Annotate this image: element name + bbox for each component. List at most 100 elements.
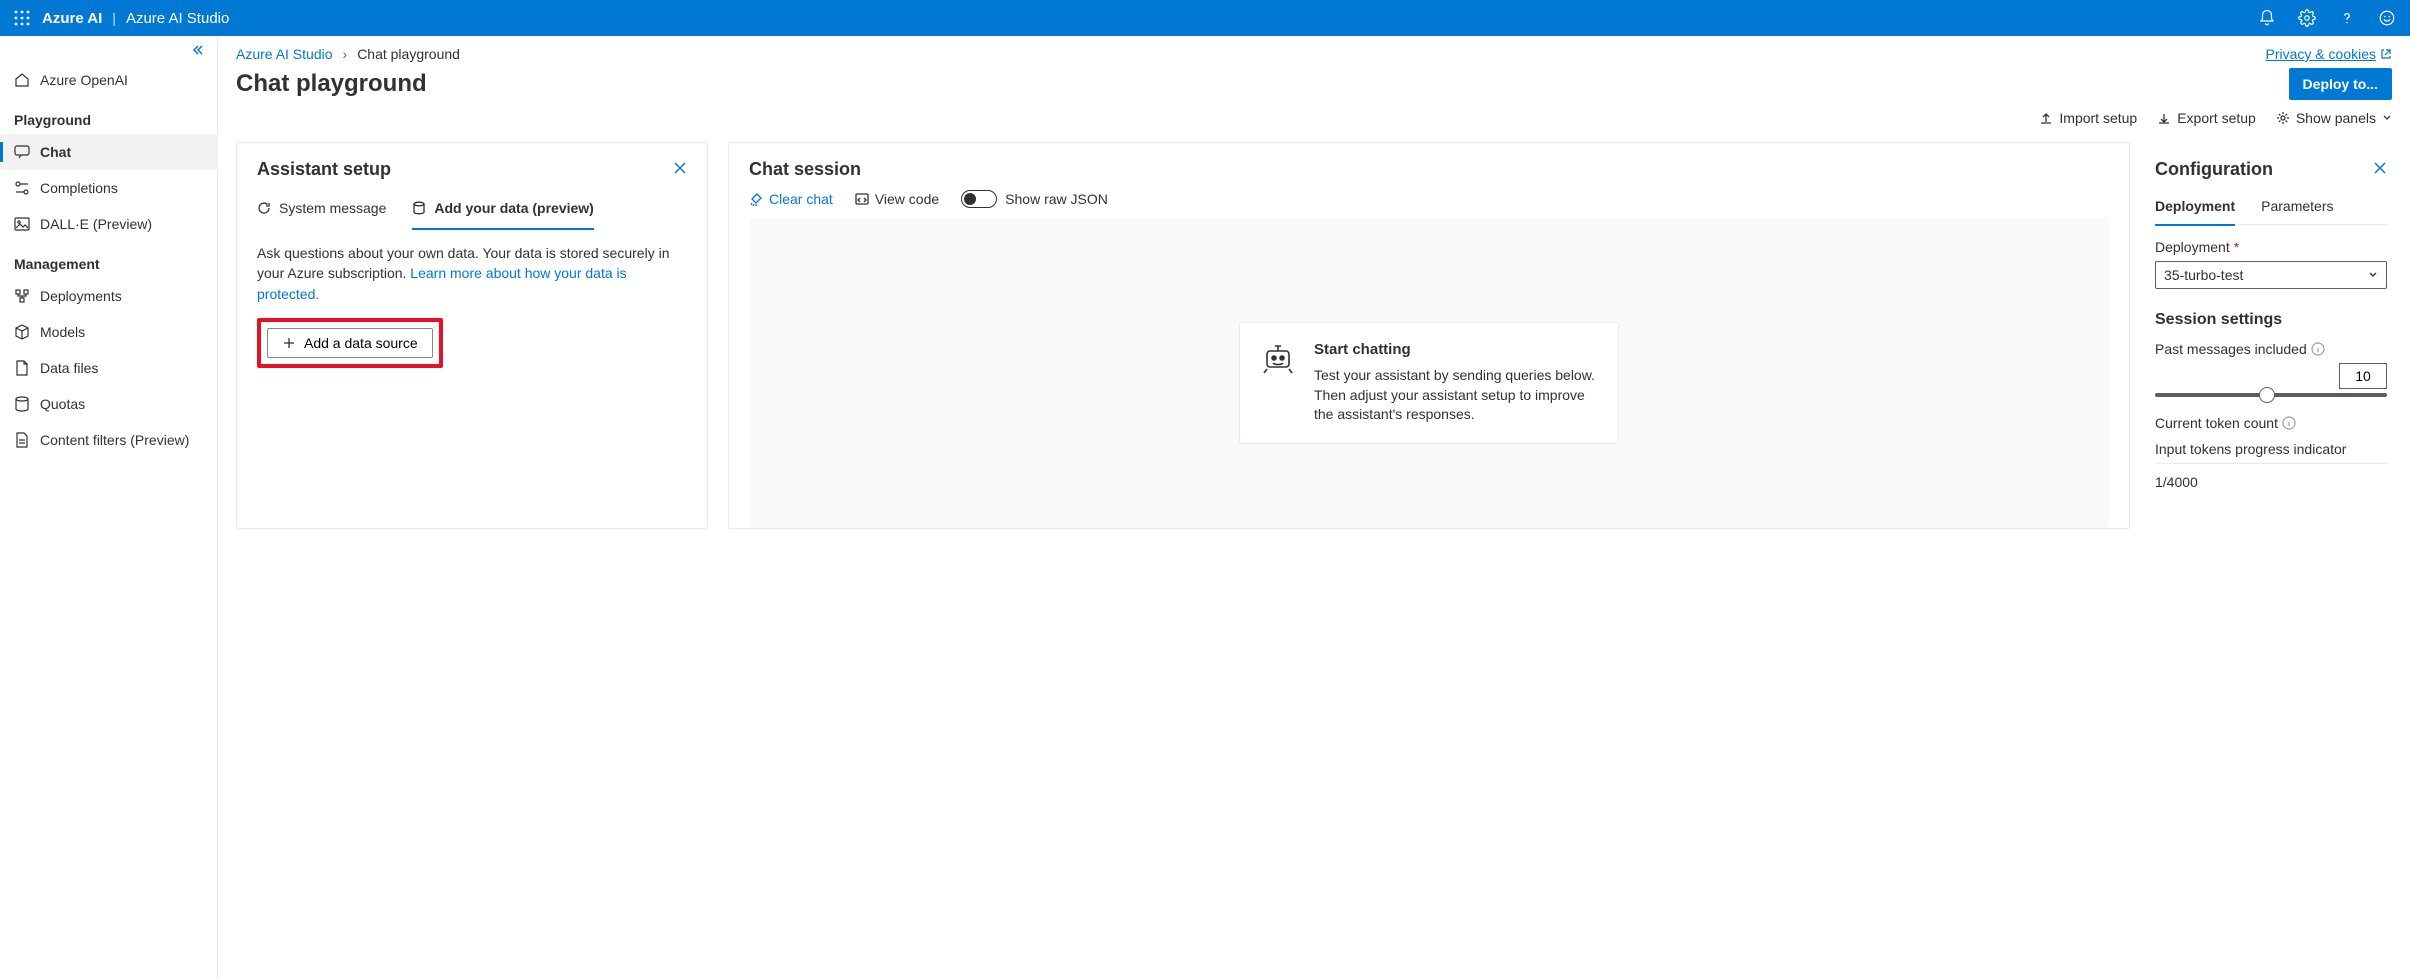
import-setup-button[interactable]: Import setup bbox=[2039, 110, 2137, 126]
chat-area: Start chatting Test your assistant by se… bbox=[749, 218, 2109, 528]
filter-icon bbox=[14, 432, 30, 448]
gear-icon bbox=[2276, 111, 2290, 125]
tab-system-message[interactable]: System message bbox=[257, 190, 386, 228]
input-tokens-label: Input tokens progress indicator bbox=[2155, 441, 2387, 457]
sidebar-item-quotas[interactable]: Quotas bbox=[0, 386, 217, 422]
sidebar-label: Models bbox=[40, 324, 85, 340]
breadcrumb-current: Chat playground bbox=[357, 46, 460, 62]
sidebar-item-azure-openai[interactable]: Azure OpenAI bbox=[0, 62, 217, 98]
settings-icon[interactable] bbox=[2298, 9, 2316, 27]
page-toolbar: Import setup Export setup Show panels bbox=[236, 110, 2392, 126]
highlight-add-data-source: Add a data source bbox=[257, 318, 443, 368]
info-icon[interactable] bbox=[2282, 416, 2296, 430]
database-icon bbox=[412, 201, 426, 215]
sidebar-item-completions[interactable]: Completions bbox=[0, 170, 217, 206]
info-icon[interactable] bbox=[2311, 342, 2325, 356]
sidebar-label: Quotas bbox=[40, 396, 85, 412]
image-icon bbox=[14, 216, 30, 232]
models-icon bbox=[14, 324, 30, 340]
sidebar-label: Data files bbox=[40, 360, 98, 376]
sidebar-label: Deployments bbox=[40, 288, 122, 304]
token-count-label: Current token count bbox=[2155, 415, 2387, 431]
chevron-right-icon: › bbox=[343, 46, 348, 62]
token-count-text: Current token count bbox=[2155, 415, 2278, 431]
start-chatting-card: Start chatting Test your assistant by se… bbox=[1239, 322, 1619, 444]
page-title: Chat playground bbox=[236, 70, 427, 98]
sidebar-item-deployments[interactable]: Deployments bbox=[0, 278, 217, 314]
add-data-source-button[interactable]: Add a data source bbox=[267, 328, 433, 358]
export-label: Export setup bbox=[2177, 110, 2256, 126]
tab-label: Add your data (preview) bbox=[434, 200, 593, 216]
progress-track bbox=[2155, 463, 2387, 464]
broom-icon bbox=[749, 192, 763, 206]
past-messages-slider[interactable] bbox=[2155, 393, 2387, 397]
past-messages-input[interactable] bbox=[2339, 363, 2387, 389]
external-link-icon bbox=[2380, 48, 2392, 60]
configuration-panel: Configuration Deployment Parameters Depl… bbox=[2150, 142, 2392, 529]
card-title: Start chatting bbox=[1314, 341, 1598, 358]
collapse-sidebar-icon[interactable] bbox=[191, 44, 203, 59]
session-title: Chat session bbox=[749, 159, 861, 180]
deployment-label: Deployment * bbox=[2155, 239, 2387, 255]
brand-title: Azure AI bbox=[42, 10, 102, 27]
show-raw-json-toggle[interactable] bbox=[961, 190, 997, 208]
deployments-icon bbox=[14, 288, 30, 304]
sidebar-item-dalle[interactable]: DALL·E (Preview) bbox=[0, 206, 217, 242]
breadcrumb-root[interactable]: Azure AI Studio bbox=[236, 46, 333, 62]
sidebar-item-chat[interactable]: Chat bbox=[0, 134, 217, 170]
notifications-icon[interactable] bbox=[2258, 9, 2276, 27]
import-icon bbox=[2039, 111, 2053, 125]
sidebar-section-management: Management bbox=[0, 242, 217, 278]
past-messages-text: Past messages included bbox=[2155, 341, 2307, 357]
home-icon bbox=[14, 72, 30, 88]
required-indicator: * bbox=[2234, 239, 2239, 255]
view-code-label: View code bbox=[875, 191, 939, 207]
sidebar-section-playground: Playground bbox=[0, 98, 217, 134]
quotas-icon bbox=[14, 396, 30, 412]
clear-chat-label: Clear chat bbox=[769, 191, 833, 207]
show-panels-label: Show panels bbox=[2296, 110, 2376, 126]
deployment-select[interactable]: 35-turbo-test bbox=[2155, 261, 2387, 289]
view-code-button[interactable]: View code bbox=[855, 191, 939, 207]
completions-icon bbox=[14, 180, 30, 196]
code-icon bbox=[855, 192, 869, 206]
chevron-down-icon bbox=[2382, 113, 2392, 123]
privacy-link[interactable]: Privacy & cookies bbox=[2266, 46, 2392, 62]
close-assistant-icon[interactable] bbox=[673, 161, 687, 178]
brand-separator: | bbox=[112, 10, 116, 26]
main-content: Azure AI Studio › Chat playground Privac… bbox=[218, 36, 2410, 978]
show-panels-button[interactable]: Show panels bbox=[2276, 110, 2392, 126]
sidebar-item-content-filters[interactable]: Content filters (Preview) bbox=[0, 422, 217, 458]
plus-icon bbox=[282, 336, 296, 350]
tab-label: System message bbox=[279, 200, 386, 216]
robot-icon bbox=[1260, 341, 1296, 377]
app-header: Azure AI | Azure AI Studio bbox=[0, 0, 2410, 36]
help-icon[interactable] bbox=[2338, 9, 2356, 27]
close-config-icon[interactable] bbox=[2373, 161, 2387, 178]
sidebar-label: DALL·E (Preview) bbox=[40, 216, 152, 232]
config-tab-parameters[interactable]: Parameters bbox=[2261, 190, 2333, 224]
feedback-icon[interactable] bbox=[2378, 9, 2396, 27]
brand-subtitle[interactable]: Azure AI Studio bbox=[126, 10, 229, 27]
deploy-button[interactable]: Deploy to... bbox=[2289, 68, 2392, 100]
sidebar-item-data-files[interactable]: Data files bbox=[0, 350, 217, 386]
sidebar-label: Completions bbox=[40, 180, 118, 196]
clear-chat-button[interactable]: Clear chat bbox=[749, 191, 833, 207]
privacy-label: Privacy & cookies bbox=[2266, 46, 2376, 62]
chat-icon bbox=[14, 144, 30, 160]
tab-add-data[interactable]: Add your data (preview) bbox=[412, 190, 593, 228]
waffle-icon[interactable] bbox=[14, 10, 30, 26]
input-tokens-value: 1/4000 bbox=[2155, 474, 2387, 490]
export-icon bbox=[2157, 111, 2171, 125]
chat-session-panel: Chat session Clear chat View code Show r… bbox=[728, 142, 2130, 529]
assistant-setup-panel: Assistant setup System message Add your … bbox=[236, 142, 708, 529]
export-setup-button[interactable]: Export setup bbox=[2157, 110, 2256, 126]
sidebar-label: Content filters (Preview) bbox=[40, 432, 189, 448]
show-raw-label: Show raw JSON bbox=[1005, 191, 1108, 207]
sidebar-label: Chat bbox=[40, 144, 71, 160]
sidebar-item-models[interactable]: Models bbox=[0, 314, 217, 350]
sidebar-label: Azure OpenAI bbox=[40, 72, 128, 88]
deployment-value: 35-turbo-test bbox=[2164, 267, 2243, 283]
config-tab-deployment[interactable]: Deployment bbox=[2155, 190, 2235, 224]
card-body: Test your assistant by sending queries b… bbox=[1314, 366, 1598, 425]
